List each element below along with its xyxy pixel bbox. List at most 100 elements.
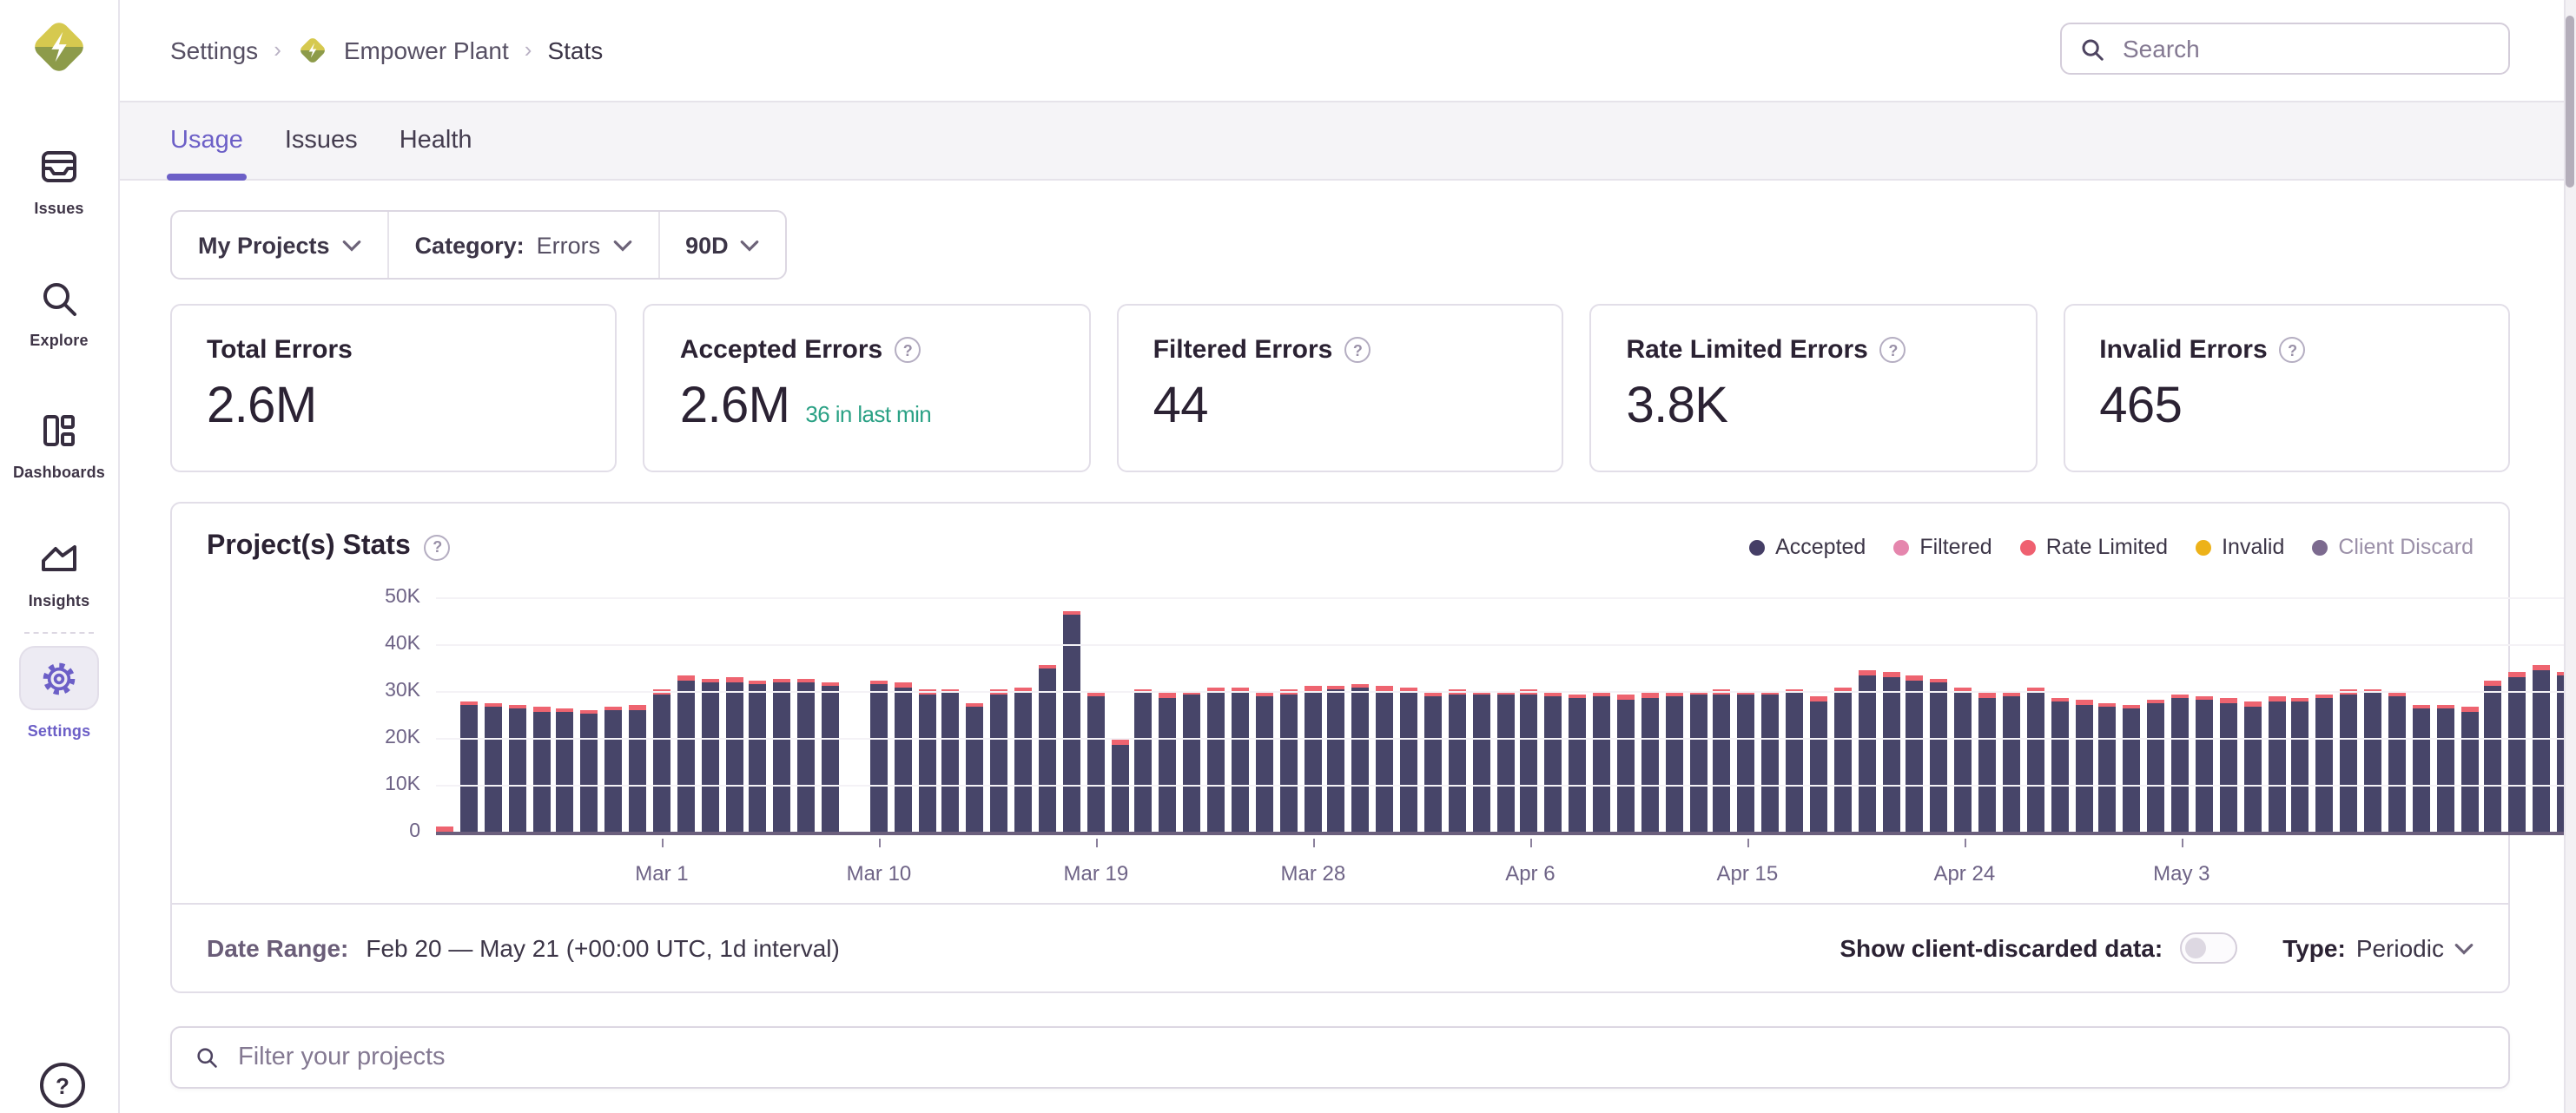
chart-bar[interactable] <box>2051 698 2068 832</box>
help-tooltip-icon[interactable]: ? <box>2280 337 2306 363</box>
chart-bar[interactable] <box>1569 694 1586 832</box>
chart-bar[interactable] <box>485 703 502 832</box>
chart-bar[interactable] <box>1232 688 1249 832</box>
chart-bar[interactable] <box>1424 693 1442 832</box>
chart-bar[interactable] <box>750 681 767 832</box>
chart-bar[interactable] <box>2075 701 2092 832</box>
chart-bar[interactable] <box>1665 692 1682 832</box>
chart-bar[interactable] <box>1183 691 1200 832</box>
chart-bar[interactable] <box>1978 694 1996 832</box>
help-tooltip-icon[interactable]: ? <box>1344 337 1371 363</box>
chart-bar[interactable] <box>2340 689 2357 832</box>
chart-bar[interactable] <box>1954 687 1972 832</box>
chart-bar[interactable] <box>967 702 984 832</box>
chart-bar[interactable] <box>1689 691 1707 833</box>
chart-bar[interactable] <box>2124 705 2141 832</box>
chart-bar[interactable] <box>2171 694 2189 832</box>
project-filter-input[interactable] <box>234 1042 2486 1073</box>
chart-bar[interactable] <box>2436 705 2454 832</box>
chart-bar[interactable] <box>1931 678 1948 832</box>
chart-bar[interactable] <box>1352 684 1370 832</box>
chart-bar[interactable] <box>2243 701 2261 832</box>
chart-bar[interactable] <box>1304 687 1321 832</box>
chart-bar[interactable] <box>1400 688 1417 832</box>
chart-bar[interactable] <box>1472 691 1489 833</box>
chart-bar[interactable] <box>532 708 550 832</box>
help-tooltip-icon[interactable]: ? <box>1880 337 1906 363</box>
chart-bar[interactable] <box>1521 690 1538 832</box>
chart-bar[interactable] <box>1810 697 1827 833</box>
chart-bar[interactable] <box>990 690 1007 832</box>
chart-bar[interactable] <box>1545 692 1562 832</box>
chart-bar[interactable] <box>2413 704 2430 832</box>
chart-bar[interactable] <box>1714 689 1731 832</box>
chart-bar[interactable] <box>460 701 478 832</box>
chart-bar[interactable] <box>629 706 646 832</box>
tab-issues[interactable]: Issues <box>285 102 358 179</box>
breadcrumb-org[interactable]: Empower Plant <box>344 36 509 63</box>
project-filter[interactable] <box>170 1026 2510 1089</box>
search-input[interactable] <box>2119 33 2491 64</box>
chart-bar[interactable] <box>1279 690 1297 832</box>
chart-bar[interactable] <box>1376 687 1393 832</box>
page-scrollbar[interactable] <box>2564 0 2576 1113</box>
chart-bar[interactable] <box>2485 682 2502 832</box>
chart-bar[interactable] <box>1882 673 1899 832</box>
sidebar-item-insights[interactable]: Insights <box>0 538 118 609</box>
help-tooltip-icon[interactable]: ? <box>425 534 451 560</box>
sidebar-item-issues[interactable]: Issues <box>0 146 118 217</box>
tab-health[interactable]: Health <box>400 102 472 179</box>
chart-bar[interactable] <box>1135 689 1153 832</box>
chart-bar[interactable] <box>774 679 791 832</box>
chart-bar[interactable] <box>1256 692 1273 832</box>
chart-bar[interactable] <box>436 827 453 832</box>
chart-bar[interactable] <box>2196 695 2213 832</box>
chart-bar[interactable] <box>2316 694 2334 832</box>
chart-bar[interactable] <box>1328 686 1345 832</box>
chart-bar[interactable] <box>1906 676 1924 832</box>
chart-bar[interactable] <box>2027 688 2044 832</box>
sidebar-item-dashboards[interactable]: Dashboards <box>0 410 118 481</box>
chart-bar[interactable] <box>2147 700 2164 832</box>
chart-bar[interactable] <box>2509 673 2526 832</box>
chart-bar[interactable] <box>1593 692 1610 832</box>
chart-bar[interactable] <box>918 690 935 832</box>
chart-bar[interactable] <box>604 707 622 832</box>
type-selector[interactable]: Type: Periodic <box>2282 934 2474 962</box>
chart-bar[interactable] <box>1617 695 1635 832</box>
legend-item-rate-limited[interactable]: Rate Limited <box>2020 535 2168 559</box>
global-search[interactable] <box>2060 23 2510 75</box>
chart-bar[interactable] <box>2388 692 2406 832</box>
chart-bar[interactable] <box>1786 689 1803 832</box>
chart-bar[interactable] <box>2003 692 2020 832</box>
sentry-logo[interactable] <box>28 16 90 78</box>
chart-bar[interactable] <box>870 680 888 832</box>
category-selector[interactable]: Category: Errors <box>387 212 658 278</box>
chart-bar[interactable] <box>701 679 718 832</box>
chart-bar[interactable] <box>1449 689 1466 832</box>
chart-bar[interactable] <box>2268 697 2285 833</box>
help-icon[interactable]: ? <box>40 1063 85 1108</box>
breadcrumb-settings[interactable]: Settings <box>170 36 258 63</box>
client-discard-toggle[interactable] <box>2180 932 2237 964</box>
legend-item-filtered[interactable]: Filtered <box>1893 535 1991 559</box>
legend-item-invalid[interactable]: Invalid <box>2196 535 2284 559</box>
legend-item-accepted[interactable]: Accepted <box>1749 535 1866 559</box>
chart-bar[interactable] <box>725 678 743 832</box>
chart-bar[interactable] <box>653 690 670 832</box>
chart-bar[interactable] <box>1834 687 1852 832</box>
chart-bar[interactable] <box>797 679 815 832</box>
tab-usage[interactable]: Usage <box>170 102 243 179</box>
chart-bar[interactable] <box>1496 691 1514 832</box>
chart-bar[interactable] <box>2292 698 2309 832</box>
chart-bar[interactable] <box>1159 694 1177 832</box>
sidebar-item-explore[interactable]: Explore <box>0 278 118 349</box>
chart-bar[interactable] <box>1087 693 1104 832</box>
chart-bar[interactable] <box>2099 703 2117 832</box>
scrollbar-thumb[interactable] <box>2566 16 2574 188</box>
chart-bar[interactable] <box>581 710 598 832</box>
chart-bar[interactable] <box>557 708 574 832</box>
chart-bar[interactable] <box>894 682 911 832</box>
chart-bar[interactable] <box>1014 688 1032 832</box>
chart-bar[interactable] <box>1858 670 1875 832</box>
